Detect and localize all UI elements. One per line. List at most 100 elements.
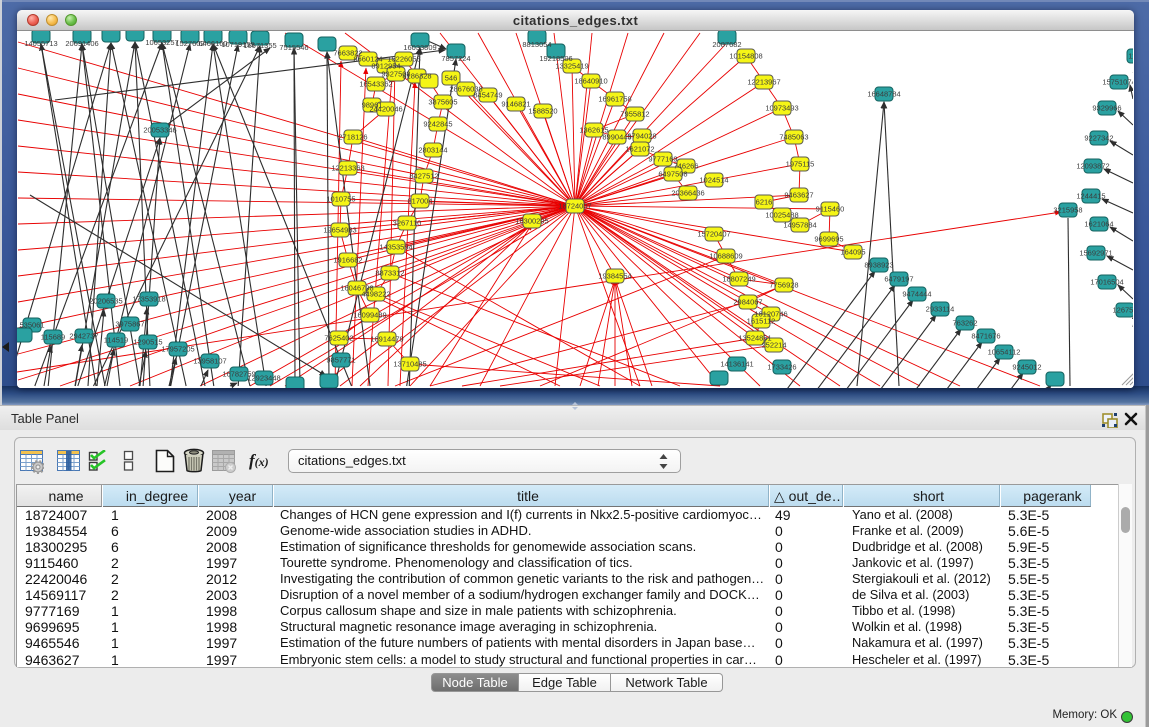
svg-text:7857224: 7857224 xyxy=(441,54,470,63)
svg-text:20053346: 20053346 xyxy=(143,126,176,135)
svg-text:252214: 252214 xyxy=(761,341,786,350)
svg-text:1010755: 1010755 xyxy=(326,195,355,204)
svg-text:3267110: 3267110 xyxy=(393,219,422,228)
svg-text:19654983: 19654983 xyxy=(323,226,356,235)
svg-text:10654112: 10654112 xyxy=(988,348,1021,357)
svg-text:6794028: 6794028 xyxy=(627,132,656,141)
svg-text:13325419: 13325419 xyxy=(555,62,588,71)
svg-text:9245012: 9245012 xyxy=(1012,363,1041,372)
svg-text:3215958: 3215958 xyxy=(1053,206,1082,215)
svg-text:7625402: 7625402 xyxy=(324,334,353,343)
svg-text:1112: 1112 xyxy=(1128,52,1133,61)
svg-text:10025488: 10025488 xyxy=(765,211,798,220)
svg-text:15692971: 15692971 xyxy=(1079,249,1112,258)
svg-text:17957205: 17957205 xyxy=(161,345,194,354)
svg-text:126753: 126753 xyxy=(1112,306,1133,315)
svg-text:817004: 817004 xyxy=(407,197,432,206)
svg-text:1975115: 1975115 xyxy=(786,160,815,169)
svg-text:1588520: 1588520 xyxy=(528,107,557,116)
svg-text:10154808: 10154808 xyxy=(729,52,762,61)
svg-text:1621072: 1621072 xyxy=(625,145,654,154)
svg-text:14957884: 14957884 xyxy=(783,221,816,230)
svg-text:1024514: 1024514 xyxy=(699,176,728,185)
svg-text:15751074: 15751074 xyxy=(1102,78,1133,87)
svg-text:7485063: 7485063 xyxy=(779,133,808,142)
svg-text:9463627: 9463627 xyxy=(784,191,813,200)
svg-text:12213967: 12213967 xyxy=(747,78,780,87)
svg-text:18724007: 18724007 xyxy=(558,202,591,211)
svg-text:20206535: 20206535 xyxy=(89,297,122,306)
svg-text:24420046: 24420046 xyxy=(369,105,402,114)
svg-text:114519: 114519 xyxy=(104,336,128,345)
svg-text:10688609: 10688609 xyxy=(709,252,742,261)
svg-text:8873312: 8873312 xyxy=(375,269,404,278)
svg-text:15226058: 15226058 xyxy=(387,55,420,64)
svg-text:16099489: 16099489 xyxy=(353,311,386,320)
svg-text:2087682: 2087682 xyxy=(712,40,741,49)
svg-text:115689: 115689 xyxy=(41,333,65,342)
svg-text:9474444: 9474444 xyxy=(902,290,931,299)
svg-text:17353918: 17353918 xyxy=(132,295,165,304)
svg-text:1244415: 1244415 xyxy=(1076,192,1105,201)
svg-text:13958107: 13958107 xyxy=(193,357,226,366)
svg-text:164095: 164095 xyxy=(840,248,865,257)
svg-text:1615112: 1615112 xyxy=(747,317,776,326)
svg-text:2803144: 2803144 xyxy=(418,146,447,155)
svg-text:13710485: 13710485 xyxy=(393,360,426,369)
svg-text:2984067: 2984067 xyxy=(733,298,762,307)
svg-text:763262: 763262 xyxy=(952,319,977,328)
svg-text:19384554: 19384554 xyxy=(598,272,631,281)
svg-text:8471676: 8471676 xyxy=(971,332,1000,341)
svg-text:7955812: 7955812 xyxy=(620,110,649,119)
svg-text:17016504: 17016504 xyxy=(1090,278,1123,287)
svg-text:9115460: 9115460 xyxy=(816,205,845,214)
svg-text:10653257: 10653257 xyxy=(145,38,178,47)
svg-text:18300295: 18300295 xyxy=(515,217,548,226)
svg-text:7756928: 7756928 xyxy=(769,281,798,290)
svg-text:20691406: 20691406 xyxy=(65,39,98,48)
svg-text:8454749: 8454749 xyxy=(473,91,502,100)
svg-text:4498222: 4498222 xyxy=(361,290,390,299)
svg-text:1290515: 1290515 xyxy=(133,338,162,347)
svg-text:535061: 535061 xyxy=(19,321,44,330)
svg-text:8938923: 8938923 xyxy=(864,261,893,270)
svg-text:12923448: 12923448 xyxy=(247,374,280,383)
svg-text:8186328: 8186328 xyxy=(402,72,431,81)
svg-text:14353594: 14353594 xyxy=(379,243,412,252)
svg-text:9242845: 9242845 xyxy=(423,120,452,129)
svg-text:16543362: 16543362 xyxy=(359,80,392,89)
svg-text:6216: 6216 xyxy=(756,198,773,207)
svg-text:18640910: 18640910 xyxy=(574,77,607,86)
svg-text:16033809: 16033809 xyxy=(403,43,436,52)
svg-text:9329966: 9329966 xyxy=(1092,104,1121,113)
svg-text:15720407: 15720407 xyxy=(697,230,730,239)
svg-text:1621064: 1621064 xyxy=(1084,220,1113,229)
svg-text:8427512: 8427512 xyxy=(409,172,438,181)
svg-text:6479197: 6479197 xyxy=(884,275,913,284)
svg-text:1916682: 1916682 xyxy=(333,256,362,265)
svg-text:9227342: 9227342 xyxy=(1084,134,1113,143)
svg-text:9146821: 9146821 xyxy=(501,100,530,109)
svg-text:14055713: 14055713 xyxy=(24,39,57,48)
svg-text:2942737: 2942737 xyxy=(69,332,98,341)
svg-text:7515546: 7515546 xyxy=(279,43,308,52)
svg-text:10973493: 10973493 xyxy=(765,104,798,113)
svg-text:9857771: 9857771 xyxy=(326,356,355,365)
svg-text:8813054: 8813054 xyxy=(522,40,551,49)
svg-text:12093872: 12093872 xyxy=(1076,162,1109,171)
svg-text:16961758: 16961758 xyxy=(598,95,631,104)
svg-text:546: 546 xyxy=(445,74,458,83)
svg-text:2718126: 2718126 xyxy=(338,133,367,142)
svg-text:2933114: 2933114 xyxy=(926,305,955,314)
svg-text:1733426: 1733426 xyxy=(767,363,796,372)
svg-text:6497508: 6497508 xyxy=(658,170,687,179)
svg-text:3875605: 3875605 xyxy=(428,98,457,107)
svg-text:3975867: 3975867 xyxy=(115,320,144,329)
svg-text:16914479: 16914479 xyxy=(370,335,403,344)
svg-text:12213363: 12213363 xyxy=(331,164,364,173)
svg-text:18807249: 18807249 xyxy=(722,275,755,284)
svg-text:16648784: 16648784 xyxy=(867,90,900,99)
svg-text:20366436: 20366436 xyxy=(671,189,704,198)
svg-text:16671355: 16671355 xyxy=(243,41,276,50)
svg-text:14136141: 14136141 xyxy=(720,360,753,369)
